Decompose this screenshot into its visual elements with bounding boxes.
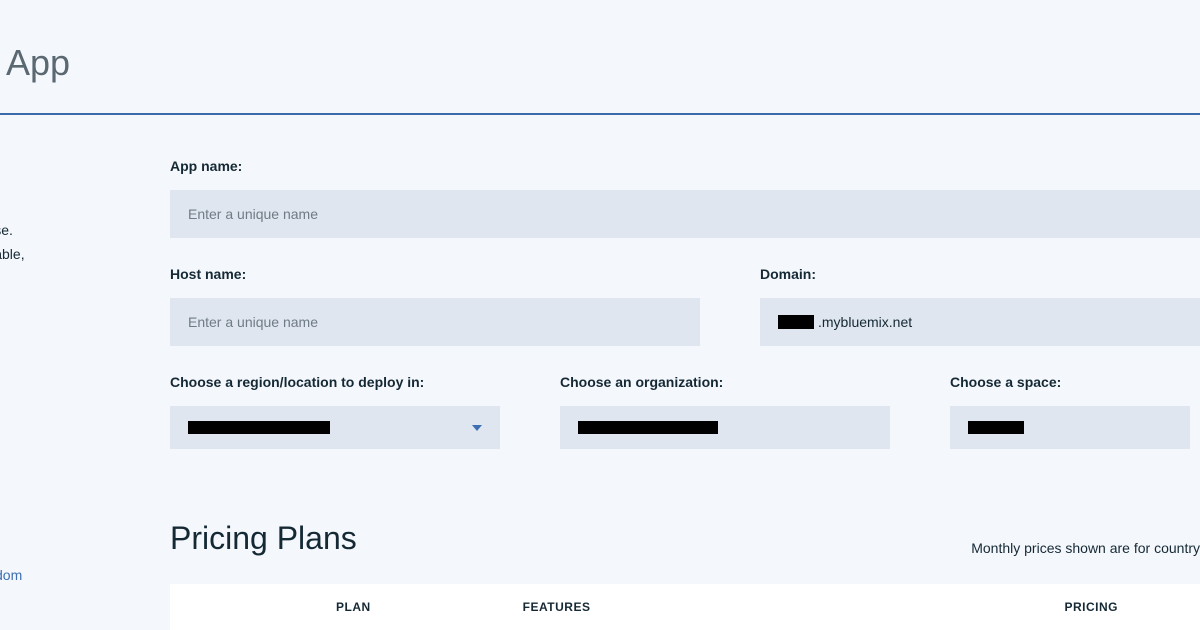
host-name-input[interactable]: [170, 298, 700, 346]
domain-label: Domain:: [760, 266, 1200, 282]
page-title: lry App: [0, 42, 70, 84]
region-label: Choose a region/location to deploy in:: [170, 374, 500, 390]
pricing-note: Monthly prices shown are for country: [971, 540, 1200, 556]
app-name-input[interactable]: [170, 190, 1200, 238]
domain-redacted-prefix: [778, 315, 814, 329]
host-name-label: Host name:: [170, 266, 700, 282]
space-value-redacted: [968, 421, 1024, 434]
header-divider: [0, 113, 1200, 115]
col-plan: PLAN: [336, 600, 371, 614]
desc-line-3: e: [0, 266, 90, 290]
domain-suffix: .mybluemix.net: [818, 314, 912, 330]
pricing-heading: Pricing Plans: [170, 520, 357, 557]
pricing-table-header: PLAN FEATURES PRICING: [170, 584, 1200, 630]
org-label: Choose an organization:: [560, 374, 890, 390]
form-area: App name: Host name: Domain: .mybluemix.…: [170, 158, 1200, 449]
desc-line-1: ith ease.: [0, 218, 90, 242]
region-value-redacted: [188, 421, 330, 434]
desc-line-2: mposable,: [0, 242, 90, 266]
region-select[interactable]: [170, 406, 500, 449]
region-link[interactable]: l Kingdom: [0, 567, 22, 583]
left-description: ith ease. mposable, e: [0, 218, 90, 290]
chevron-down-icon: [472, 425, 482, 431]
space-label: Choose a space:: [950, 374, 1190, 390]
org-value-redacted: [578, 421, 718, 434]
org-select[interactable]: [560, 406, 890, 449]
col-features: FEATURES: [523, 600, 591, 614]
col-pricing: PRICING: [1064, 600, 1118, 614]
domain-select[interactable]: .mybluemix.net: [760, 298, 1200, 346]
app-name-label: App name:: [170, 158, 1200, 174]
space-select[interactable]: [950, 406, 1190, 449]
